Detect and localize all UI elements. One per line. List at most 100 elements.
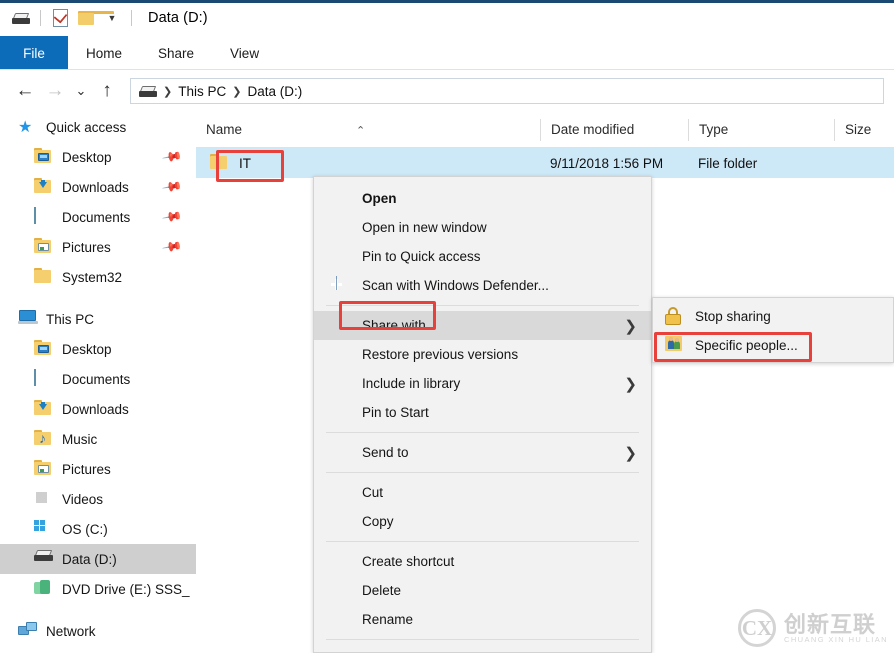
pin-icon[interactable]: 📌 [161,206,183,228]
pin-icon[interactable]: 📌 [161,146,183,168]
date-modified-cell: 9/11/2018 1:56 PM [550,155,664,171]
sidebar-item-downloads-pc[interactable]: Downloads [0,394,196,424]
sidebar-item-quick-access[interactable]: ★ Quick access [0,112,196,142]
menu-item-rename[interactable]: Rename [314,605,651,634]
tab-file[interactable]: File [0,36,68,70]
sidebar-item-desktop-pc[interactable]: Desktop [0,334,196,364]
menu-item-label: Share with [362,318,426,333]
menu-item-open-in-new-window[interactable]: Open in new window [314,213,651,242]
menu-item-send-to[interactable]: Send to ❯ [314,438,651,467]
share-with-submenu[interactable]: Stop sharing Specific people... [652,297,894,363]
sidebar-item-documents-qa[interactable]: Documents 📌 [0,202,196,232]
sidebar-item-os-c[interactable]: OS (C:) [0,514,196,544]
shield-icon [327,275,347,296]
toolbar-divider [40,10,41,26]
sidebar-label: Desktop [62,341,112,357]
column-header-name[interactable]: Name ⌃ [196,119,540,141]
menu-separator [326,305,639,306]
menu-item-properties[interactable]: Properties [314,645,651,653]
menu-item-label: Delete [362,583,402,598]
breadcrumb-separator-1[interactable]: ❯ [161,85,174,98]
sidebar-item-pictures-qa[interactable]: Pictures 📌 [0,232,196,262]
sidebar-label: DVD Drive (E:) SSS_ [62,581,190,597]
network-icon [18,622,38,640]
up-button[interactable]: ↑ [92,76,122,106]
folder-music-icon: ♪ [34,430,54,448]
address-bar[interactable]: ❯ This PC ❯ Data (D:) [130,78,884,104]
menu-item-scan-with-windows-defender[interactable]: Scan with Windows Defender... [314,271,651,300]
back-button[interactable]: ← [10,76,40,106]
table-row[interactable]: IT 9/11/2018 1:56 PM File folder [196,148,894,178]
window-title: Data (D:) [148,10,208,26]
menu-item-copy[interactable]: Copy [314,507,651,536]
submenu-item-specific-people[interactable]: Specific people... [653,331,893,360]
menu-item-create-shortcut[interactable]: Create shortcut [314,547,651,576]
recent-locations-button[interactable]: ⌄ [70,76,92,106]
column-header-size[interactable]: Size [834,118,894,141]
breadcrumb-separator-2[interactable]: ❯ [230,85,243,98]
menu-item-open[interactable]: Open [314,184,651,213]
sidebar-item-downloads-qa[interactable]: Downloads 📌 [0,172,196,202]
star-icon: ★ [18,119,33,136]
menu-item-label: Restore previous versions [362,347,519,362]
sidebar-item-this-pc[interactable]: This PC [0,304,196,334]
menu-item-share-with[interactable]: Share with ❯ [314,311,651,340]
tab-view[interactable]: View [212,36,277,70]
menu-item-include-in-library[interactable]: Include in library ❯ [314,369,651,398]
folder-icon [34,268,54,286]
sidebar-item-network[interactable]: Network [0,616,196,646]
menu-item-label: Open [362,191,397,206]
sidebar-label: Downloads [62,401,129,417]
menu-item-delete[interactable]: Delete [314,576,651,605]
sidebar-label: This PC [46,311,95,327]
lock-icon [665,306,685,327]
pin-icon[interactable]: 📌 [161,236,183,258]
dvd-drive-icon [34,580,54,598]
submenu-item-stop-sharing[interactable]: Stop sharing [653,302,893,331]
column-label: Date modified [551,122,635,137]
customize-chevron-icon[interactable]: ▼ [99,5,125,31]
properties-icon[interactable] [47,5,73,31]
menu-item-label: Scan with Windows Defender... [362,278,549,293]
file-name-cell[interactable]: IT [196,154,540,172]
tab-home[interactable]: Home [68,36,140,70]
column-label: Name [206,122,243,137]
tab-share[interactable]: Share [140,36,212,70]
menu-item-label: Create shortcut [362,554,455,569]
sidebar-item-system32[interactable]: System32 [0,262,196,292]
breadcrumb-data-drive[interactable]: Data (D:) [247,84,302,99]
menu-item-pin-to-quick-access[interactable]: Pin to Quick access [314,242,651,271]
menu-item-pin-to-start[interactable]: Pin to Start [314,398,651,427]
column-header-type[interactable]: Type [688,118,834,141]
sidebar-item-data-d[interactable]: Data (D:) [0,544,196,574]
folder-documents-icon [34,369,54,388]
menu-item-restore-previous-versions[interactable]: Restore previous versions [314,340,651,369]
address-drive-icon [139,85,157,97]
forward-button[interactable]: → [40,76,70,106]
navigation-pane[interactable]: ★ Quick access Desktop 📌 Downloads 📌 Doc… [0,112,196,653]
sidebar-item-pictures-pc[interactable]: Pictures [0,454,196,484]
context-menu[interactable]: Open Open in new window Pin to Quick acc… [313,176,652,653]
sidebar-label: Data (D:) [62,551,117,567]
menu-item-cut[interactable]: Cut [314,478,651,507]
sidebar-item-videos[interactable]: Videos [0,484,196,514]
pin-icon[interactable]: 📌 [161,176,183,198]
new-folder-icon[interactable] [73,5,114,31]
ribbon-tab-bar: File Home Share View [0,36,894,70]
drive-icon[interactable] [8,5,34,31]
sidebar-item-dvd-drive[interactable]: DVD Drive (E:) SSS_ [0,574,196,604]
file-name-label: IT [239,155,251,171]
sidebar-group-gap-2 [0,604,196,616]
sidebar-item-desktop-qa[interactable]: Desktop 📌 [0,142,196,172]
quick-access-toolbar: ▼ Data (D:) [0,0,208,36]
column-header-date-modified[interactable]: Date modified [540,118,688,141]
submenu-item-label: Specific people... [695,338,798,353]
sidebar-item-music[interactable]: ♪ Music [0,424,196,454]
chevron-right-icon: ❯ [624,317,637,335]
sidebar-label: Music [62,431,98,447]
sidebar-item-documents-pc[interactable]: Documents [0,364,196,394]
breadcrumb-this-pc[interactable]: This PC [178,84,226,99]
menu-item-label: Copy [362,514,394,529]
specific-people-icon [665,335,685,356]
